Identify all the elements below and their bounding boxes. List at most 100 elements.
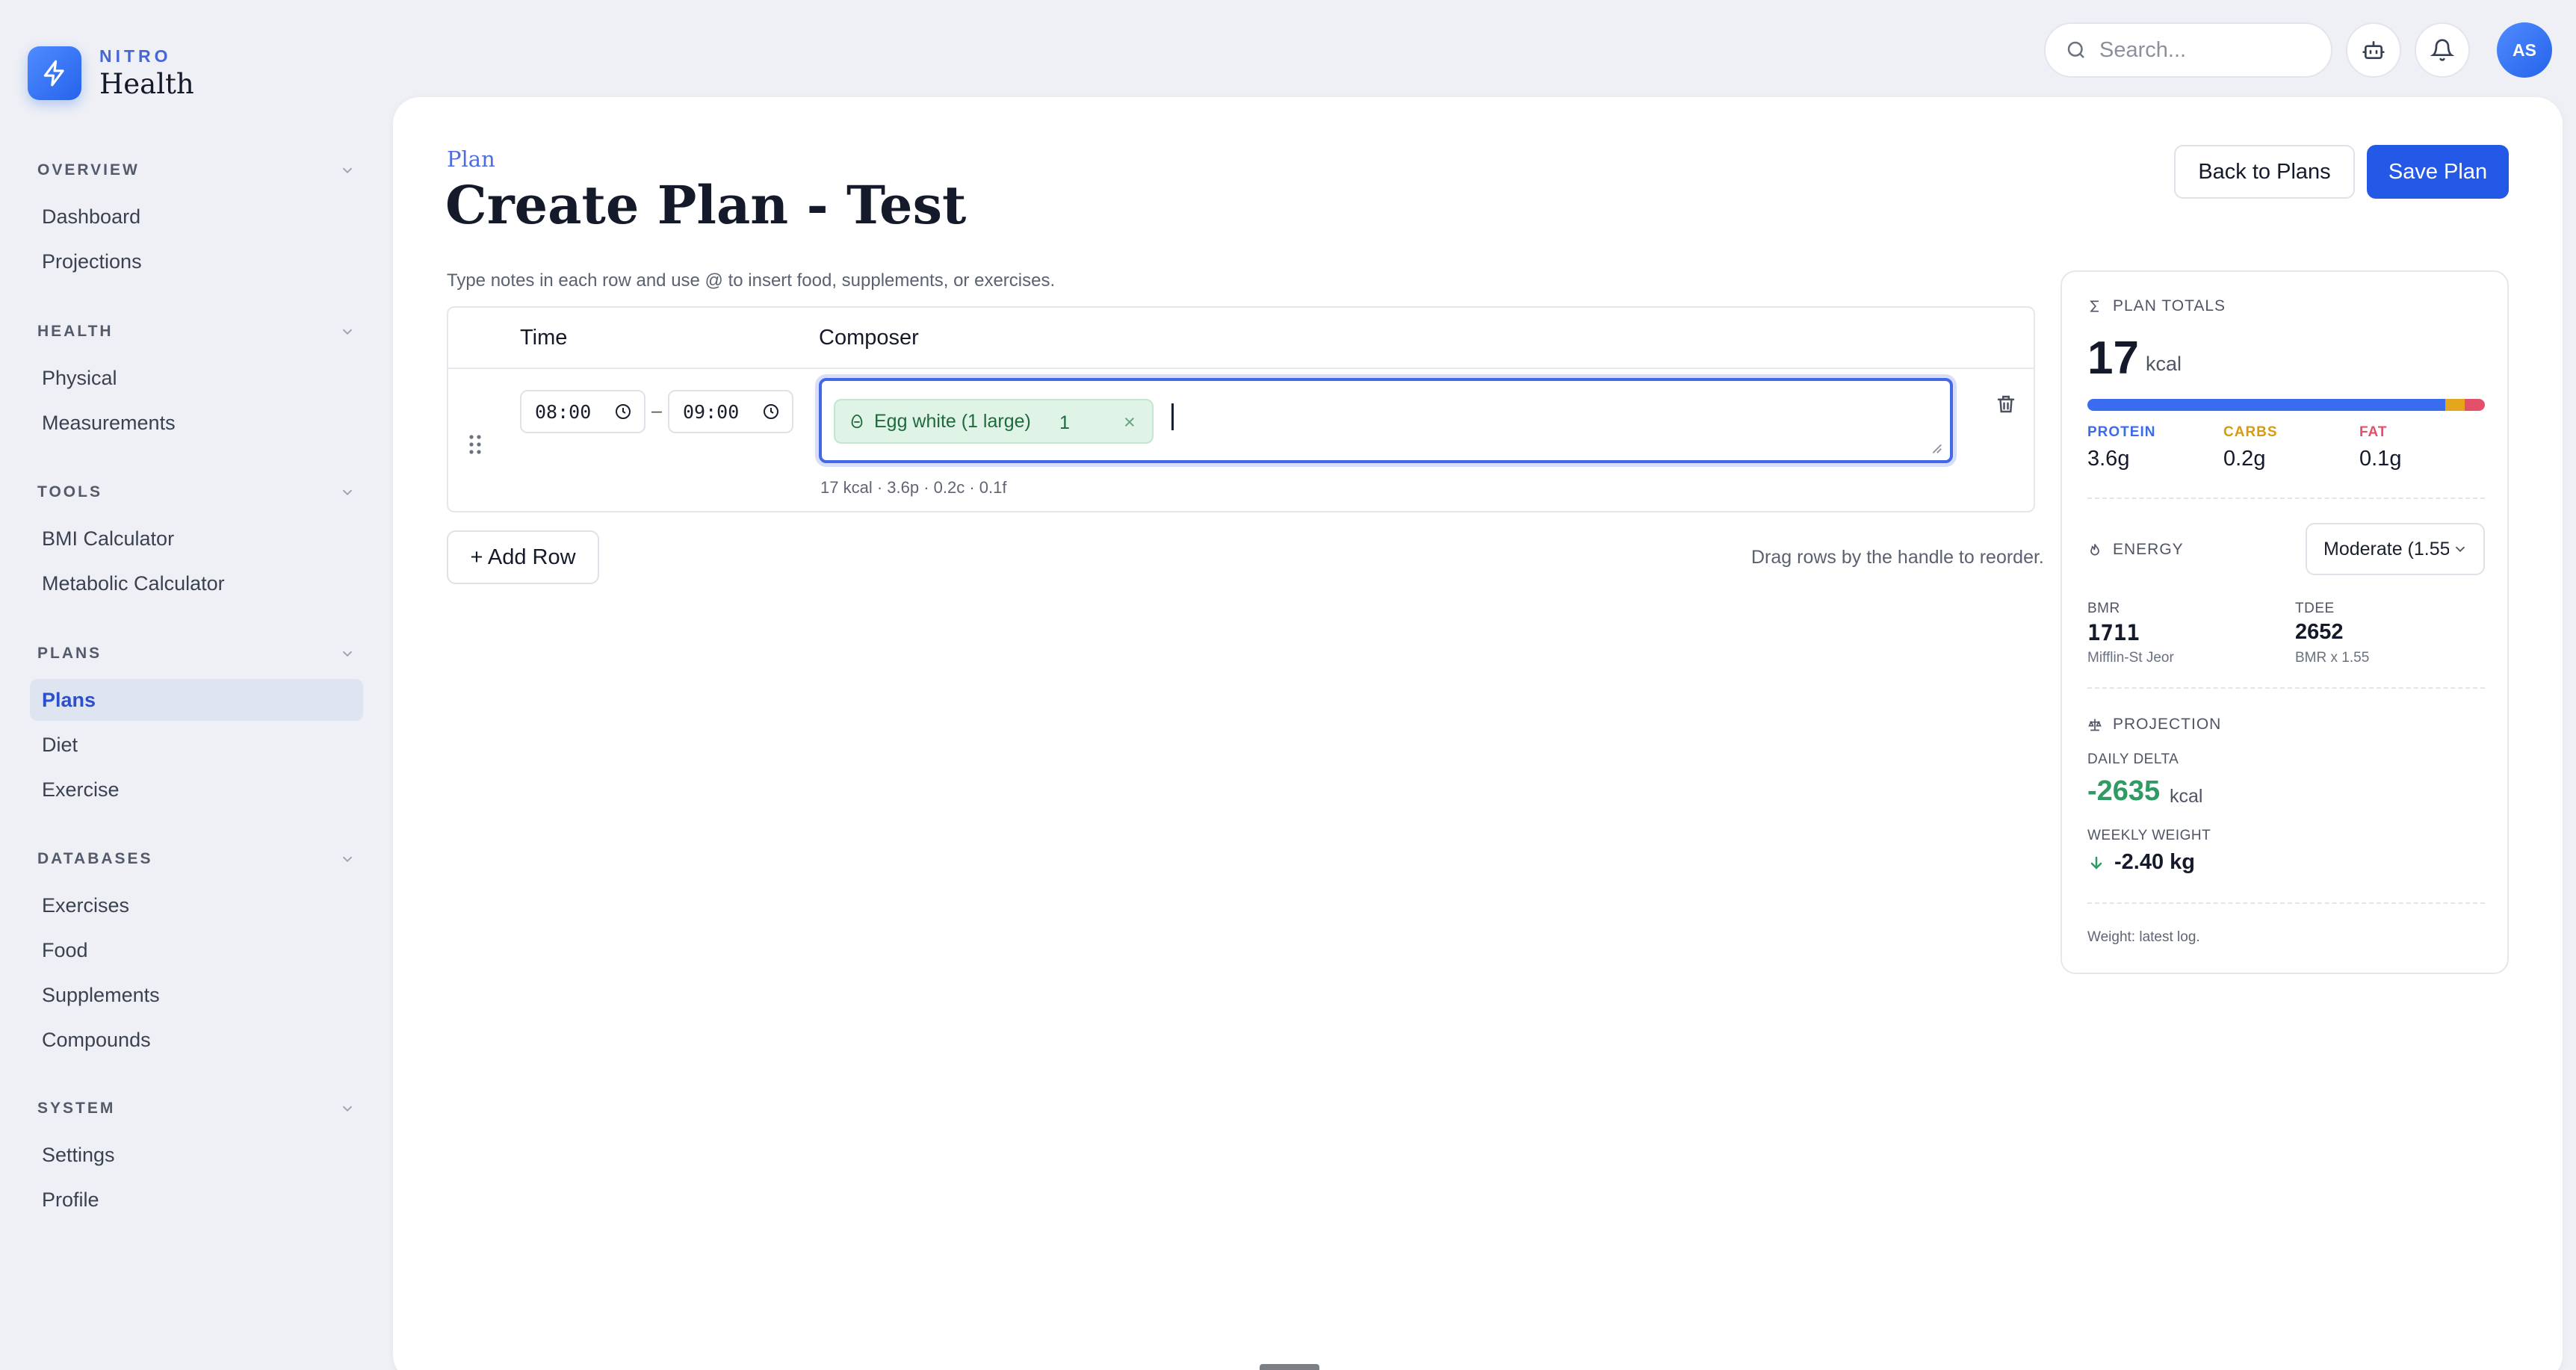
back-to-plans-button[interactable]: Back to Plans [2174, 145, 2355, 199]
total-kcal: 17 [2087, 332, 2139, 384]
drag-handle-icon[interactable] [468, 433, 483, 456]
sidebar-item-exercise[interactable]: Exercise [30, 769, 363, 810]
daily-delta-value: -2635 [2087, 775, 2161, 807]
clock-icon[interactable] [762, 403, 780, 421]
activity-level-value: Moderate (1.55) [2323, 538, 2449, 560]
drag-hint: Drag rows by the handle to reorder. [1751, 547, 2044, 568]
text-caret [1171, 403, 1174, 430]
search-icon [2067, 41, 2084, 58]
tdee-formula: BMR x 1.55 [2295, 650, 2370, 666]
daily-delta-unit: kcal [2170, 786, 2203, 807]
nav-section-header[interactable]: TOOLS [30, 477, 363, 507]
column-header-time: Time [520, 326, 568, 350]
nav-section-header[interactable]: PLANS [30, 639, 363, 669]
sidebar-item-profile[interactable]: Profile [30, 1179, 363, 1221]
chevron-down-icon [342, 329, 353, 335]
search-box[interactable] [2044, 22, 2332, 78]
nav-section-overview: OVERVIEW Dashboard Projections [30, 155, 363, 282]
sidebar: NITRO Health OVERVIEW Dashboard Projecti… [0, 0, 392, 1370]
sidebar-item-supplements[interactable]: Supplements [30, 974, 363, 1016]
search-input[interactable] [2099, 37, 2309, 63]
activity-level-select[interactable]: Moderate (1.55) [2306, 523, 2485, 575]
sidebar-item-compounds[interactable]: Compounds [30, 1019, 363, 1061]
resize-handle-icon[interactable] [1929, 441, 1942, 454]
arrow-down-icon [2090, 856, 2102, 870]
clock-icon[interactable] [614, 403, 632, 421]
nav-section-title: PLANS [37, 645, 102, 662]
avatar[interactable]: AS [2497, 22, 2552, 78]
sidebar-item-diet[interactable]: Diet [30, 724, 363, 766]
nav-section-tools: TOOLS BMI Calculator Metabolic Calculato… [30, 477, 363, 604]
macro-bar-fat [2465, 399, 2485, 411]
nav-section-header[interactable]: OVERVIEW [30, 155, 363, 185]
food-chip-quantity[interactable]: 1 [1059, 412, 1070, 434]
sidebar-item-metabolic-calculator[interactable]: Metabolic Calculator [30, 562, 363, 604]
carbs-label: CARBS [2223, 424, 2278, 440]
breadcrumb[interactable]: Plan [447, 146, 495, 172]
projection-title: PROJECTION [2113, 716, 2222, 733]
main-panel: Plan Create Plan - Test Back to Plans Sa… [393, 97, 2563, 1370]
add-row-button[interactable]: + Add Row [447, 530, 599, 584]
end-time-value: 09:00 [683, 400, 740, 423]
start-time-input[interactable]: 08:00 [520, 390, 645, 433]
energy-title: ENERGY [2113, 541, 2184, 558]
chevron-down-icon [2455, 546, 2465, 553]
macro-bar-carbs [2445, 399, 2465, 411]
bell-icon [2430, 39, 2454, 61]
chevron-down-icon [342, 1106, 353, 1112]
chevron-down-icon [342, 167, 353, 174]
scrollbar-thumb[interactable] [1260, 1364, 1319, 1370]
protein-value: 3.6g [2087, 447, 2130, 471]
sidebar-item-exercises[interactable]: Exercises [30, 884, 363, 926]
bmr-value: 1711 [2087, 620, 2140, 645]
brand[interactable]: NITRO Health [28, 46, 194, 100]
time-separator: – [651, 400, 662, 421]
nav-section-header[interactable]: DATABASES [30, 844, 363, 874]
close-icon[interactable]: × [1124, 411, 1136, 434]
sidebar-item-projections[interactable]: Projections [30, 241, 363, 282]
sidebar-item-plans[interactable]: Plans [30, 679, 363, 721]
notifications-button[interactable] [2415, 22, 2470, 78]
nav-section-databases: DATABASES Exercises Food Supplements Com… [30, 844, 363, 1061]
row-macros-summary: 17 kcal · 3.6p · 0.2c · 0.1f [820, 478, 1007, 497]
food-chip[interactable]: Egg white (1 large) 1 × [834, 399, 1154, 444]
sidebar-item-settings[interactable]: Settings [30, 1134, 363, 1176]
nav-section-health: HEALTH Physical Measurements [30, 317, 363, 444]
plan-table: Time Composer 08:00 – 09:00 Egg white (1… [447, 306, 2035, 512]
trash-icon[interactable] [1995, 393, 2017, 415]
sidebar-item-physical[interactable]: Physical [30, 357, 363, 399]
composer-hint: Type notes in each row and use @ to inse… [447, 270, 1056, 291]
composer-input[interactable]: Egg white (1 large) 1 × [819, 378, 1953, 463]
plan-totals-title: PLAN TOTALS [2113, 297, 2226, 314]
chevron-down-icon [342, 651, 353, 657]
sidebar-item-food[interactable]: Food [30, 929, 363, 971]
macro-bar-protein [2087, 399, 2445, 411]
bmr-label: BMR [2087, 601, 2120, 616]
fat-value: 0.1g [2359, 447, 2402, 471]
protein-label: PROTEIN [2087, 424, 2156, 440]
nav-section-title: SYSTEM [37, 1100, 116, 1117]
sidebar-item-measurements[interactable]: Measurements [30, 402, 363, 444]
sidebar-item-bmi-calculator[interactable]: BMI Calculator [30, 518, 363, 560]
scale-icon [2088, 719, 2102, 731]
assistant-button[interactable] [2346, 22, 2401, 78]
nav-section-header[interactable]: SYSTEM [30, 1094, 363, 1123]
end-time-input[interactable]: 09:00 [668, 390, 793, 433]
save-plan-button[interactable]: Save Plan [2367, 145, 2509, 199]
food-chip-label: Egg white (1 large) [874, 410, 1031, 432]
divider [2087, 902, 2485, 904]
nav-section-header[interactable]: HEALTH [30, 317, 363, 347]
divider [2087, 687, 2485, 689]
sigma-icon [2090, 300, 2099, 312]
energy-header: ENERGY [2087, 541, 2184, 559]
page-title: Create Plan - Test [445, 174, 967, 236]
bot-icon [2362, 41, 2385, 59]
sidebar-item-dashboard[interactable]: Dashboard [30, 196, 363, 238]
nav-section-title: HEALTH [37, 323, 114, 340]
nav-section-title: OVERVIEW [37, 161, 140, 179]
brand-subtitle: NITRO [99, 46, 172, 66]
bolt-icon [28, 46, 81, 100]
total-kcal-unit: kcal [2146, 353, 2182, 375]
projection-header: PROJECTION [2087, 716, 2221, 734]
egg-icon [851, 414, 863, 429]
